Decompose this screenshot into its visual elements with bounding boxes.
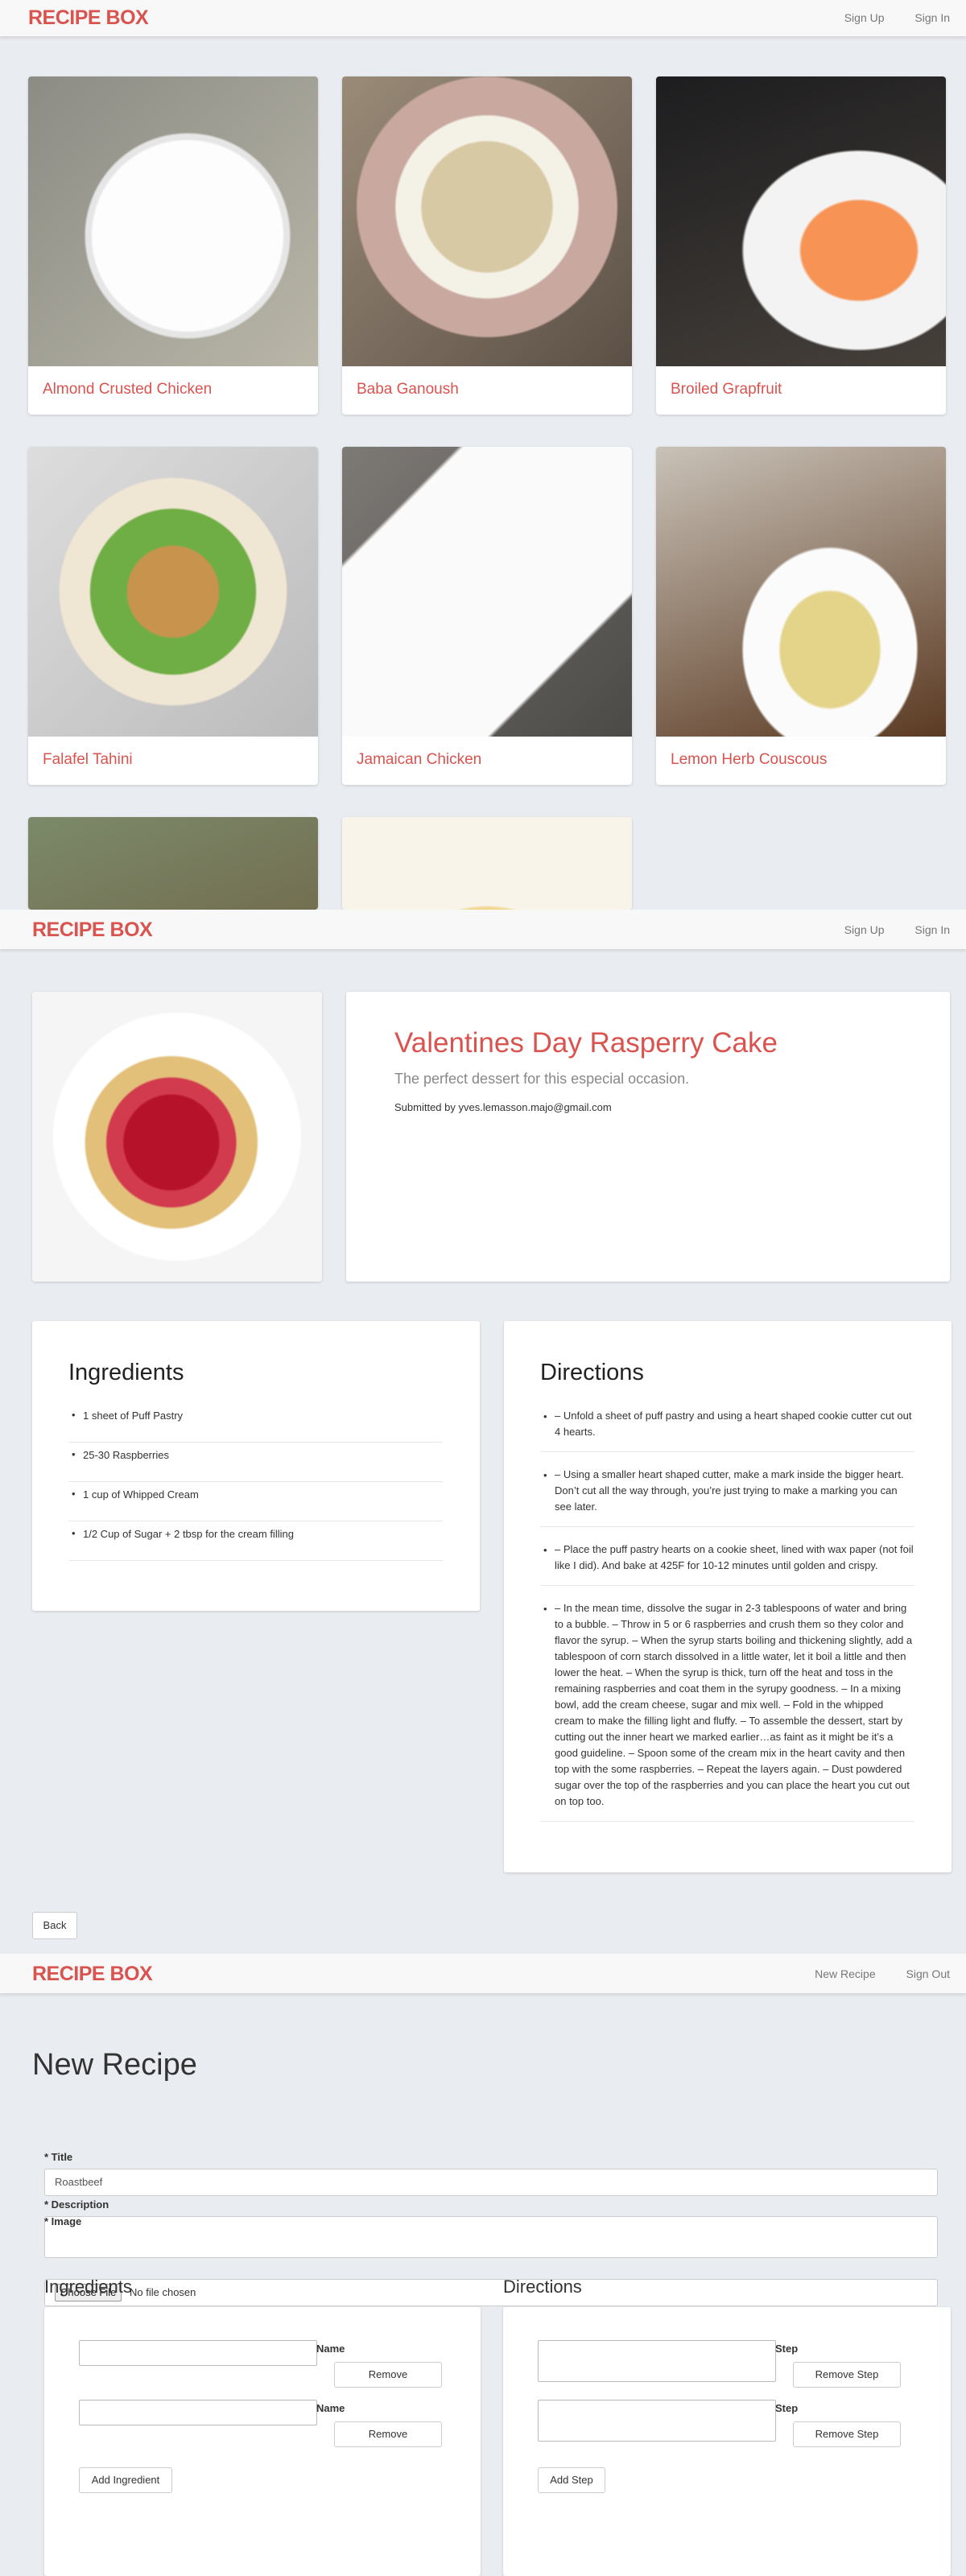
file-status: No file chosen	[130, 2286, 196, 2298]
directions-form-panel: Step Remove Step Step Remove Step Add St…	[503, 2307, 951, 2576]
recipe-image	[656, 76, 946, 366]
recipe-header-panel: Valentines Day Rasperry Cake The perfect…	[346, 992, 950, 1282]
back-button[interactable]: Back	[32, 1912, 77, 1939]
recipe-title[interactable]: Broiled Grapfruit	[671, 381, 782, 398]
recipe-image	[342, 817, 632, 910]
recipe-image	[656, 447, 946, 737]
image-file-input[interactable]: Choose File No file chosen	[44, 2279, 938, 2306]
recipe-card[interactable]: Broiled Grapfruit	[656, 76, 946, 415]
recipe-card[interactable]	[28, 817, 318, 910]
recipe-detail-image	[32, 992, 322, 1282]
recipe-image	[342, 447, 632, 737]
title-input[interactable]: Roastbeef	[44, 2169, 938, 2196]
image-label: * Image	[44, 2215, 82, 2227]
add-ingredient-button[interactable]: Add Ingredient	[79, 2467, 172, 2493]
navbar: RECIPE BOX New Recipe Sign Out	[0, 1954, 966, 1994]
name-label: Name	[316, 2343, 345, 2355]
ingredients-list: 1 sheet of Puff Pastry 25-30 Raspberries…	[68, 1403, 443, 1561]
navbar: RECIPE BOX Sign Up Sign In	[0, 0, 966, 37]
ingredients-form-panel: Name Remove Name Remove Add Ingredient	[44, 2307, 481, 2576]
name-label: Name	[316, 2402, 345, 2414]
recipe-title[interactable]: Baba Ganoush	[357, 381, 459, 398]
recipe-image	[28, 447, 318, 737]
brand-logo[interactable]: RECIPE BOX	[32, 1954, 153, 1994]
list-item: – In the mean time, dissolve the sugar i…	[540, 1596, 914, 1822]
step-label: Step	[775, 2343, 799, 2355]
recipe-card[interactable]: Baba Ganoush	[342, 76, 632, 415]
list-item: 1/2 Cup of Sugar + 2 tbsp for the cream …	[68, 1521, 443, 1561]
list-item: – Unfold a sheet of puff pastry and usin…	[540, 1403, 914, 1452]
recipe-card[interactable]: Almond Crusted Chicken	[28, 76, 318, 415]
step-textarea[interactable]	[538, 2400, 776, 2442]
recipe-description: The perfect dessert for this especial oc…	[394, 1071, 690, 1087]
nav-links: Sign Up Sign In	[817, 910, 950, 950]
ingredient-name-input[interactable]	[79, 2340, 317, 2366]
directions-heading: Directions	[503, 2277, 582, 2297]
list-item: – Place the puff pastry hearts on a cook…	[540, 1537, 914, 1586]
step-label: Step	[775, 2402, 799, 2414]
ingredients-panel: Ingredients 1 sheet of Puff Pastry 25-30…	[32, 1321, 480, 1611]
list-item: – Using a smaller heart shaped cutter, m…	[540, 1462, 914, 1527]
recipe-image	[28, 76, 318, 366]
nav-links: Sign Up Sign In	[817, 0, 950, 35]
list-item: 25-30 Raspberries	[68, 1443, 443, 1482]
directions-list: – Unfold a sheet of puff pastry and usin…	[540, 1403, 914, 1831]
nav-sign-up[interactable]: Sign Up	[844, 11, 885, 24]
remove-ingredient-button[interactable]: Remove	[334, 2362, 442, 2388]
title-label: * Title	[44, 2151, 73, 2163]
recipe-card[interactable]: Lemon Herb Couscous	[656, 447, 946, 785]
recipe-title[interactable]: Lemon Herb Couscous	[671, 751, 827, 769]
add-step-button[interactable]: Add Step	[538, 2467, 605, 2493]
recipe-title[interactable]: Almond Crusted Chicken	[43, 381, 212, 398]
page-title: New Recipe	[32, 2048, 197, 2082]
recipe-image	[342, 76, 632, 366]
ingredient-name-input[interactable]	[79, 2400, 317, 2425]
list-item: 1 sheet of Puff Pastry	[68, 1403, 443, 1443]
remove-ingredient-button[interactable]: Remove	[334, 2421, 442, 2447]
recipe-title[interactable]: Jamaican Chicken	[357, 751, 481, 769]
ingredients-heading: Ingredients	[68, 1360, 184, 1385]
brand-logo[interactable]: RECIPE BOX	[28, 0, 149, 35]
recipe-card[interactable]: Falafel Tahini	[28, 447, 318, 785]
recipe-title: Valentines Day Rasperry Cake	[394, 1027, 778, 1059]
recipe-card[interactable]: Jamaican Chicken	[342, 447, 632, 785]
description-label: * Description	[44, 2198, 109, 2211]
submitted-by: Submitted by yves.lemasson.majo@gmail.co…	[394, 1101, 612, 1113]
nav-new-recipe[interactable]: New Recipe	[815, 1967, 875, 1980]
remove-step-button[interactable]: Remove Step	[793, 2421, 901, 2447]
remove-step-button[interactable]: Remove Step	[793, 2362, 901, 2388]
recipe-card[interactable]	[342, 817, 632, 910]
directions-panel: Directions – Unfold a sheet of puff past…	[504, 1321, 952, 1872]
recipe-title[interactable]: Falafel Tahini	[43, 751, 133, 769]
ingredients-heading: Ingredients	[44, 2277, 132, 2297]
nav-sign-in[interactable]: Sign In	[914, 11, 950, 24]
nav-sign-out[interactable]: Sign Out	[906, 1967, 950, 1980]
step-textarea[interactable]	[538, 2340, 776, 2382]
nav-sign-in[interactable]: Sign In	[914, 923, 950, 936]
directions-heading: Directions	[540, 1360, 644, 1385]
nav-sign-up[interactable]: Sign Up	[844, 923, 885, 936]
navbar: RECIPE BOX Sign Up Sign In	[0, 910, 966, 950]
recipe-image	[28, 817, 318, 910]
nav-links: New Recipe Sign Out	[787, 1954, 950, 1994]
list-item: 1 cup of Whipped Cream	[68, 1482, 443, 1521]
brand-logo[interactable]: RECIPE BOX	[32, 910, 153, 950]
description-textarea[interactable]	[44, 2216, 938, 2258]
